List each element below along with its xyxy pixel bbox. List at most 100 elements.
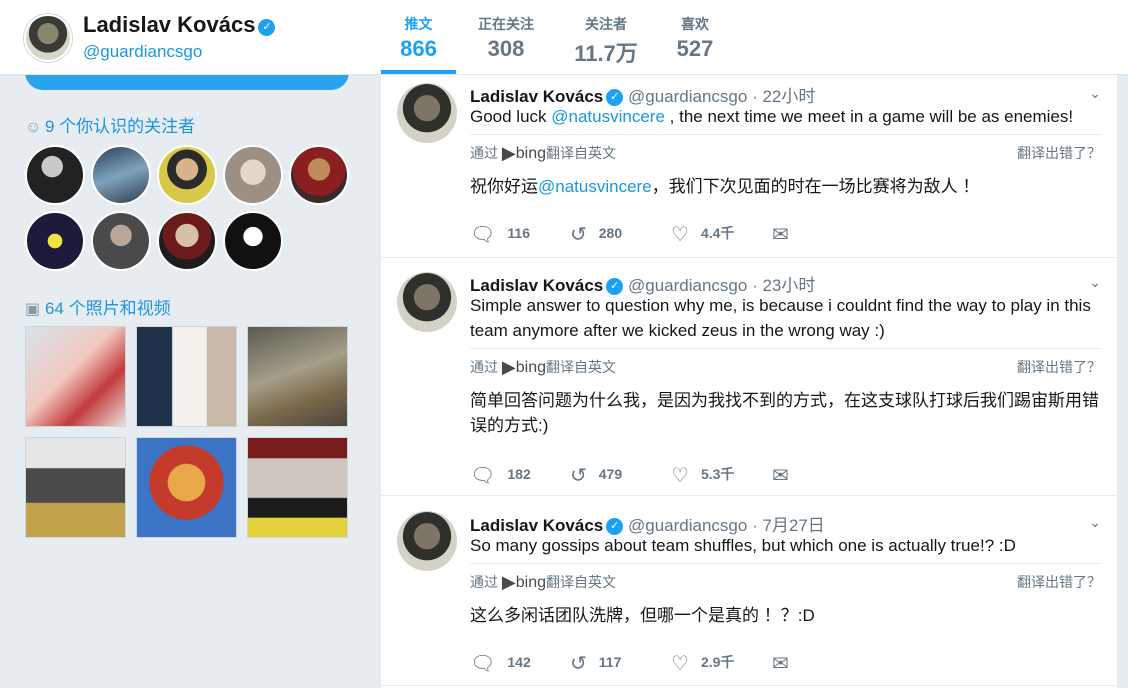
stat-label: 喜欢 bbox=[681, 16, 709, 32]
reply-count: 142 bbox=[507, 654, 531, 670]
retweet-button[interactable]: ↺ 117 bbox=[570, 651, 621, 676]
reply-button[interactable]: 🗨 116 bbox=[470, 222, 530, 247]
mention-link[interactable]: @natusvincere bbox=[551, 107, 665, 126]
follower-avatar[interactable] bbox=[25, 211, 85, 271]
profile-name-row: Ladislav Kovács ✓ bbox=[83, 12, 276, 38]
media-thumbnail[interactable] bbox=[247, 326, 348, 427]
retweet-button[interactable]: ↺ 280 bbox=[570, 222, 622, 247]
tweet-avatar[interactable] bbox=[397, 272, 457, 332]
media-thumbnail[interactable] bbox=[25, 437, 126, 538]
like-button[interactable]: ♡ 2.9千 bbox=[671, 651, 734, 676]
envelope-icon: ✉ bbox=[772, 653, 789, 675]
mention-link[interactable]: @natusvincere bbox=[538, 177, 652, 196]
translation-wrong-link[interactable]: 翻译出错了？ bbox=[1017, 357, 1101, 377]
tweet-text-part: Good luck bbox=[470, 107, 552, 126]
stat-likes[interactable]: 喜欢 527 bbox=[668, 14, 722, 62]
translation-part: ，我们下次见面的时在一场比赛将为敌人 ！ bbox=[651, 177, 980, 196]
reply-count: 182 bbox=[507, 466, 531, 482]
translate-via: 通过 bbox=[470, 359, 498, 375]
like-button[interactable]: ♡ 4.4千 bbox=[671, 222, 734, 247]
stat-value: 308 bbox=[487, 36, 525, 61]
bing-label: bing bbox=[515, 574, 546, 591]
translate-via: 通过 bbox=[470, 574, 498, 590]
person-icon: ☺ bbox=[25, 119, 42, 136]
retweet-icon: ↺ bbox=[570, 653, 587, 675]
reply-icon: 🗨 bbox=[470, 653, 496, 675]
media-thumbnail[interactable] bbox=[136, 326, 237, 427]
translation-part: 祝你好运 bbox=[470, 177, 538, 196]
tweet-text: Good luck @natusvincere , the next time … bbox=[470, 104, 1110, 129]
tweet-text: So many gossips about team shuffles, but… bbox=[470, 536, 1016, 555]
followers-you-know-link[interactable]: ☺ 9 个你认识的关注者 bbox=[25, 112, 195, 137]
profile-handle[interactable]: @guardiancsgo bbox=[83, 42, 202, 62]
stat-label: 正在关注 bbox=[478, 16, 534, 32]
message-button[interactable]: ✉ bbox=[772, 222, 801, 247]
bing-label: bing bbox=[515, 359, 546, 376]
translation-attribution: 通过 ▶bing翻译自英文 bbox=[470, 134, 1102, 164]
chevron-down-icon[interactable]: ⌄ bbox=[1089, 274, 1101, 291]
translate-via: 通过 bbox=[470, 145, 498, 161]
profile-header: Ladislav Kovács ✓ @guardiancsgo 推文 866 正在… bbox=[0, 0, 1128, 75]
follower-avatar[interactable] bbox=[91, 145, 151, 205]
follower-avatar[interactable] bbox=[157, 145, 217, 205]
active-tab-indicator bbox=[381, 70, 456, 74]
like-count: 4.4千 bbox=[700, 225, 735, 241]
like-count: 5.3千 bbox=[700, 466, 735, 482]
tweet-translation: 简单回答问题为什么我，是因为我找不到的方式，在这支球队打球后我们踢宙斯用错误的方… bbox=[470, 391, 1099, 435]
tweet-translation: 祝你好运@natusvincere，我们下次见面的时在一场比赛将为敌人 ！ bbox=[470, 174, 1110, 199]
stat-tweets[interactable]: 推文 866 bbox=[381, 14, 456, 62]
bing-logo-icon: ▶bing bbox=[501, 143, 546, 163]
heart-icon: ♡ bbox=[671, 465, 689, 487]
stat-following[interactable]: 正在关注 308 bbox=[470, 14, 542, 62]
follower-avatar[interactable] bbox=[157, 211, 217, 271]
tweet[interactable]: Ladislav Kovács ✓ @guardiancsgo · 23小时 ⌄ … bbox=[381, 258, 1117, 496]
tweet[interactable]: Ladislav Kovács ✓ @guardiancsgo · 22小时 ⌄ … bbox=[381, 75, 1117, 258]
retweet-count: 280 bbox=[598, 225, 623, 241]
bing-logo-icon: ▶bing bbox=[501, 357, 546, 377]
follower-avatar[interactable] bbox=[223, 211, 283, 271]
reply-icon: 🗨 bbox=[470, 465, 496, 487]
message-button[interactable]: ✉ bbox=[772, 651, 801, 676]
profile-name[interactable]: Ladislav Kovács bbox=[83, 12, 255, 37]
follower-avatar[interactable] bbox=[223, 145, 283, 205]
tweet[interactable]: Ladislav Kovács ✓ @guardiancsgo · 7月27日 ⌄… bbox=[381, 496, 1117, 686]
stat-label: 推文 bbox=[404, 16, 433, 32]
retweet-button[interactable]: ↺ 479 bbox=[570, 463, 622, 488]
follower-avatar[interactable] bbox=[25, 145, 85, 205]
translation-attribution: 通过 ▶bing翻译自英文 bbox=[470, 563, 1102, 593]
tweet-avatar[interactable] bbox=[397, 511, 457, 571]
chevron-down-icon[interactable]: ⌄ bbox=[1089, 514, 1101, 531]
tweet-avatar[interactable] bbox=[397, 83, 457, 143]
image-icon: ▣ bbox=[25, 301, 41, 318]
translate-from: 翻译自英文 bbox=[545, 574, 616, 590]
tweet-translation: 这么多闲话团队洗牌，但哪一个是真的 ！？:D bbox=[470, 606, 815, 625]
photos-videos-label: 64 个照片和视频 bbox=[45, 299, 171, 318]
reply-button[interactable]: 🗨 182 bbox=[470, 463, 531, 488]
tweet-timeline: Ladislav Kovács ✓ @guardiancsgo · 22小时 ⌄ … bbox=[381, 75, 1117, 688]
bing-logo-icon: ▶bing bbox=[501, 572, 546, 592]
heart-icon: ♡ bbox=[671, 224, 689, 246]
envelope-icon: ✉ bbox=[772, 224, 789, 246]
translation-wrong-link[interactable]: 翻译出错了？ bbox=[1017, 572, 1101, 592]
photos-videos-link[interactable]: ▣ 64 个照片和视频 bbox=[25, 294, 171, 319]
follower-avatar[interactable] bbox=[289, 145, 349, 205]
verified-badge-icon: ✓ bbox=[258, 19, 276, 36]
translation-wrong-link[interactable]: 翻译出错了？ bbox=[1017, 143, 1101, 163]
chevron-down-icon[interactable]: ⌄ bbox=[1089, 85, 1101, 102]
retweet-icon: ↺ bbox=[570, 465, 587, 487]
reply-icon: 🗨 bbox=[470, 224, 496, 246]
profile-avatar[interactable] bbox=[24, 14, 72, 62]
message-button[interactable]: ✉ bbox=[772, 463, 801, 488]
media-thumbnail[interactable] bbox=[136, 437, 237, 538]
stat-followers[interactable]: 关注者 11.7万 bbox=[568, 14, 644, 68]
tweet-text: Simple answer to question why me, is bec… bbox=[470, 296, 1091, 340]
retweet-icon: ↺ bbox=[570, 224, 587, 246]
media-thumbnail[interactable] bbox=[247, 437, 348, 538]
heart-icon: ♡ bbox=[671, 653, 689, 675]
like-button[interactable]: ♡ 5.3千 bbox=[671, 463, 734, 488]
reply-button[interactable]: 🗨 142 bbox=[470, 651, 531, 676]
reply-count: 116 bbox=[507, 225, 530, 241]
follower-avatar[interactable] bbox=[91, 211, 151, 271]
media-thumbnail[interactable] bbox=[25, 326, 126, 427]
translate-from: 翻译自英文 bbox=[545, 145, 616, 161]
